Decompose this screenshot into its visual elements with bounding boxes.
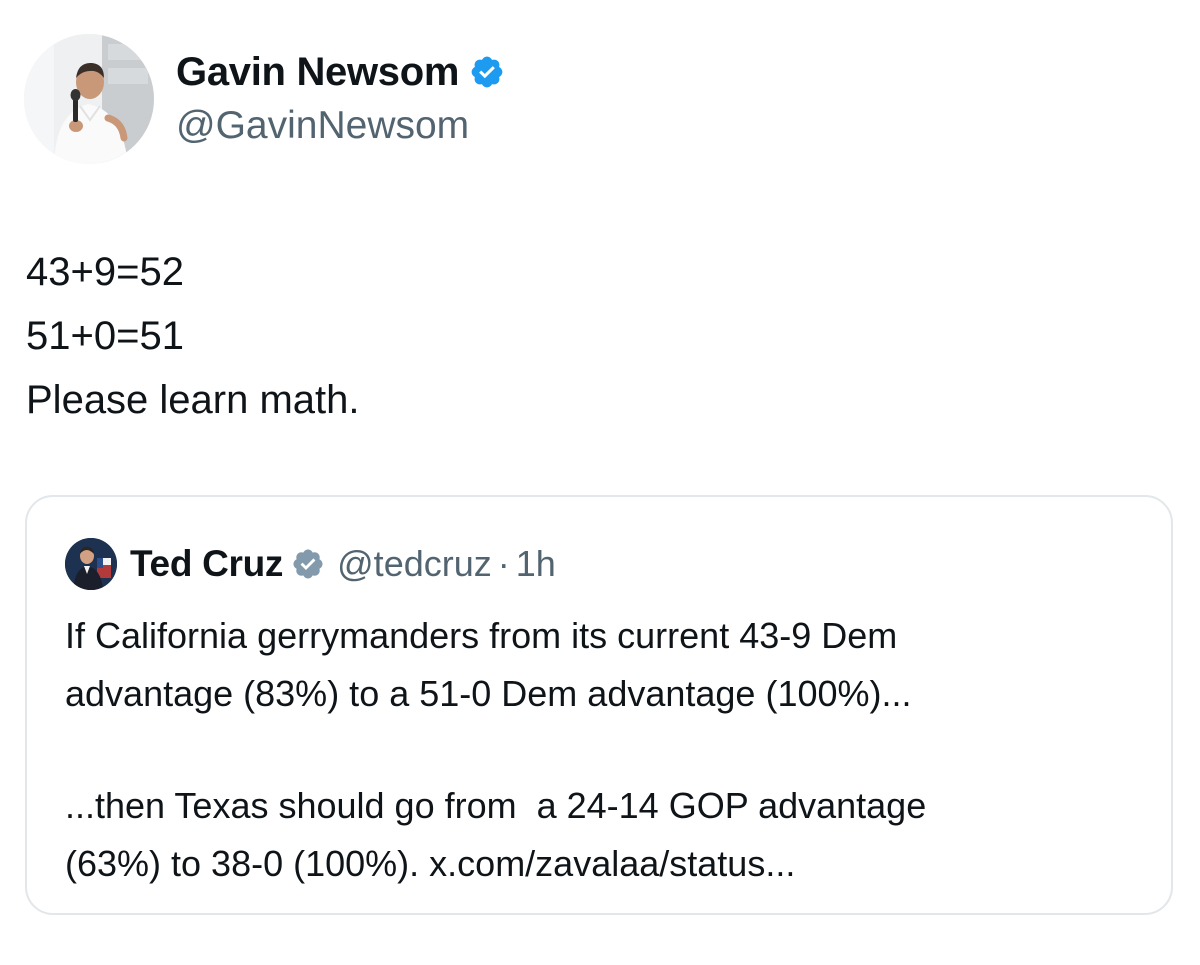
quoted-tweet-header: Ted Cruz @tedcruz · 1h	[65, 537, 556, 591]
quoted-text-line: If California gerrymanders from its curr…	[65, 615, 898, 656]
verified-badge-icon[interactable]	[469, 54, 505, 90]
quoted-author-avatar[interactable]	[65, 538, 117, 590]
quoted-text-line: (63%) to 38-0 (100%). x.com/zavalaa/stat…	[65, 843, 796, 884]
quoted-tweet-text: If California gerrymanders from its curr…	[65, 607, 1145, 893]
quoted-text-line: advantage (83%) to a 51-0 Dem advantage …	[65, 673, 912, 714]
verified-badge-icon[interactable]	[291, 547, 325, 581]
separator-dot: ·	[497, 543, 510, 584]
tweet-text: 43+9=52 51+0=51 Please learn math.	[26, 240, 360, 432]
quoted-author-name[interactable]: Ted Cruz	[130, 543, 283, 585]
quoted-author-handle[interactable]: @tedcruz	[337, 543, 492, 585]
tweet-text-line: 43+9=52	[26, 250, 184, 294]
quoted-text-line: ...then Texas should go from a 24-14 GOP…	[65, 785, 927, 826]
quoted-tweet-card[interactable]: Ted Cruz @tedcruz · 1h If California ger…	[25, 495, 1173, 915]
author-name[interactable]: Gavin Newsom	[176, 46, 459, 98]
quoted-author-avatar-image	[65, 538, 117, 590]
tweet-text-line: 51+0=51	[26, 314, 184, 358]
author-name-row: Gavin Newsom	[176, 46, 505, 98]
tweet-text-line: Please learn math.	[26, 378, 360, 422]
author-handle[interactable]: @GavinNewsom	[176, 102, 469, 150]
author-avatar-image	[24, 34, 154, 164]
author-avatar[interactable]	[24, 34, 154, 164]
quoted-tweet-timestamp[interactable]: 1h	[516, 543, 556, 585]
